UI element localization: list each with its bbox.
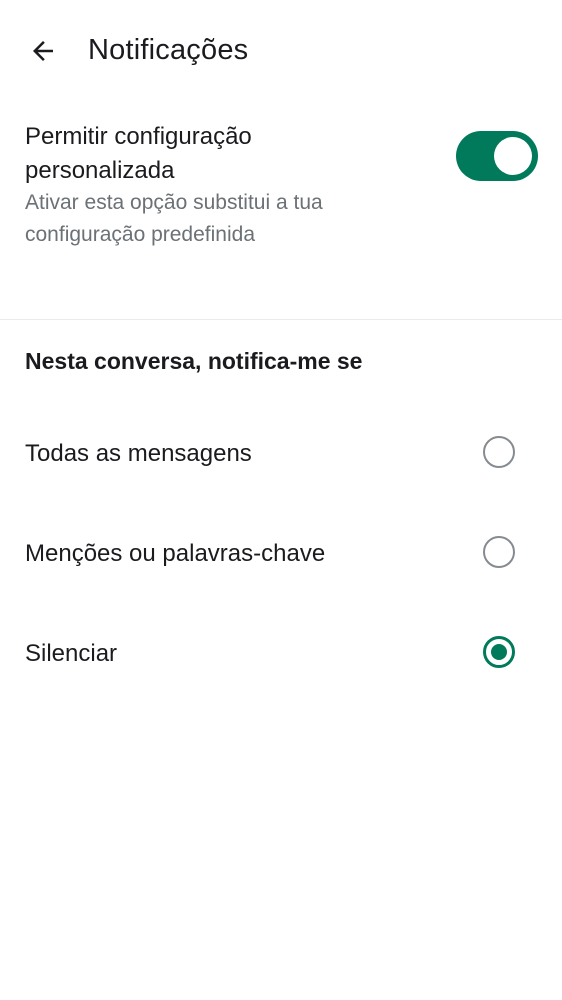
- top-app-bar: Notificações: [0, 0, 562, 100]
- back-button[interactable]: [22, 30, 64, 72]
- radio-button-selected[interactable]: [483, 636, 515, 668]
- toggle-knob: [494, 137, 532, 175]
- radio-button[interactable]: [483, 536, 515, 568]
- option-mentions-keywords[interactable]: Menções ou palavras-chave: [0, 513, 562, 597]
- page-title: Notificações: [88, 34, 249, 66]
- notifications-screen: Notificações Permitir configuração perso…: [0, 0, 562, 1000]
- option-label: Menções ou palavras-chave: [25, 540, 326, 567]
- option-mute[interactable]: Silenciar: [0, 613, 562, 697]
- option-label: Todas as mensagens: [25, 440, 252, 467]
- divider: [0, 319, 562, 320]
- custom-settings-toggle[interactable]: [456, 131, 538, 181]
- custom-settings-title: Permitir configuração personalizada: [25, 123, 252, 184]
- section-heading: Nesta conversa, notifica-me se: [25, 348, 363, 374]
- custom-settings-row[interactable]: Permitir configuração personalizada Ativ…: [0, 110, 562, 260]
- option-label: Silenciar: [25, 640, 118, 667]
- option-all-messages[interactable]: Todas as mensagens: [0, 413, 562, 497]
- custom-settings-subtitle: Ativar esta opção substitui a tua config…: [25, 191, 323, 246]
- radio-selected-dot: [491, 644, 507, 660]
- arrow-left-icon: [33, 41, 53, 61]
- radio-button[interactable]: [483, 436, 515, 468]
